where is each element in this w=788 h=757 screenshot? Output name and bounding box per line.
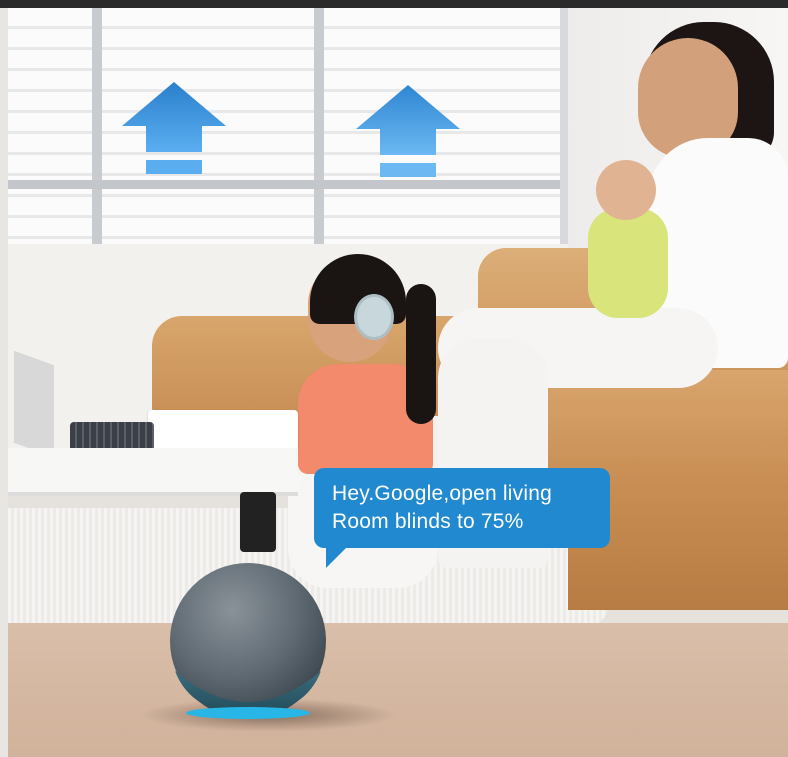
up-arrow-icon bbox=[122, 82, 226, 174]
window-blinds bbox=[8, 8, 568, 244]
countertop bbox=[8, 623, 788, 757]
voice-command-line-2: Room blinds to 75% bbox=[332, 510, 524, 533]
headphones-icon bbox=[354, 294, 394, 340]
left-edge-strip bbox=[0, 8, 8, 757]
window-frame-left bbox=[92, 8, 102, 244]
baby-outfit bbox=[588, 208, 668, 318]
girl-ponytail bbox=[406, 284, 436, 424]
smart-speaker-icon bbox=[170, 563, 326, 719]
desk-top bbox=[8, 448, 298, 496]
window-frame-middle bbox=[314, 8, 324, 244]
speaker-ring-icon bbox=[186, 707, 310, 719]
voice-command-bubble: Hey.Google,open living Room blinds to 75… bbox=[314, 468, 610, 548]
living-room-scene: Hey.Google,open living Room blinds to 75… bbox=[8, 8, 788, 757]
desk-leg bbox=[240, 492, 276, 552]
laptop-screen bbox=[14, 350, 54, 458]
notebook-papers bbox=[148, 410, 298, 450]
image-frame: Hey.Google,open living Room blinds to 75… bbox=[0, 0, 788, 757]
baby-head bbox=[596, 160, 656, 220]
up-arrow-icon bbox=[356, 85, 460, 177]
voice-command-line-1: Hey.Google,open living bbox=[332, 482, 552, 505]
window-frame-horizontal bbox=[8, 180, 560, 189]
blind-slats bbox=[8, 8, 560, 244]
